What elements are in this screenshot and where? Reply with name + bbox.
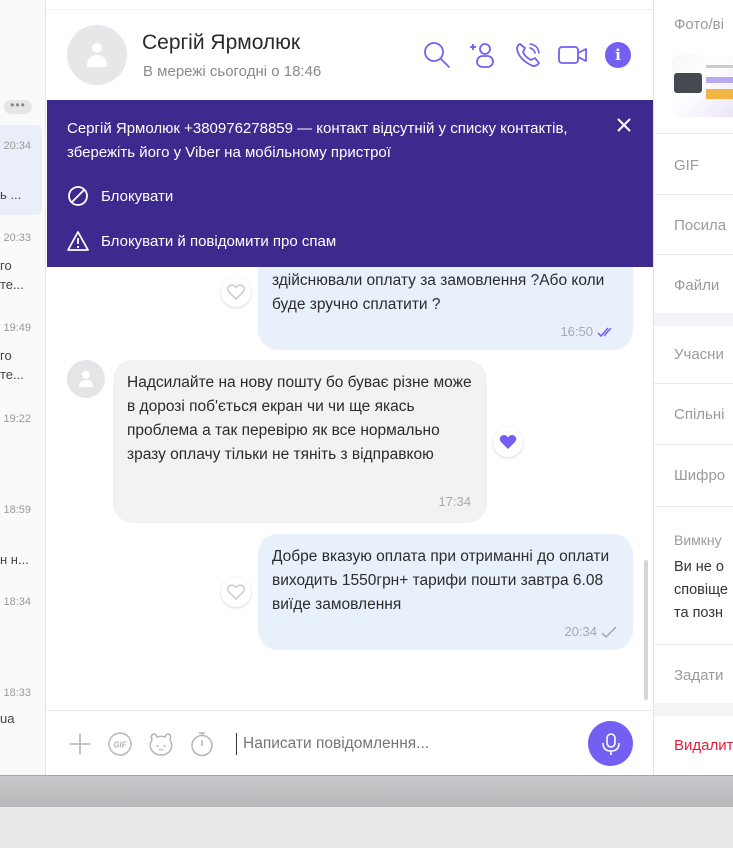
mute-description: Ви не о сповіще та позн	[674, 559, 728, 621]
timer-icon[interactable]	[189, 731, 215, 757]
contact-status: В мережі сьогодні о 18:46	[143, 63, 322, 80]
block-report-label: Блокувати й повідомити про спам	[101, 232, 337, 250]
gif-icon[interactable]: GIF	[107, 731, 133, 757]
user-icon	[87, 43, 107, 67]
search-icon[interactable]	[422, 40, 452, 70]
message-time: 16:50	[560, 324, 593, 339]
chat-header: Сергій Ярмолюк В мережі сьогодні о 18:46…	[47, 10, 653, 100]
block-button[interactable]: Блокувати	[67, 185, 173, 207]
chat-snippet: н н...	[0, 552, 29, 567]
heart-filled-icon	[499, 435, 517, 449]
viber-window: ••• 20:34 ь ... 20:33 го те... 19:49 го …	[0, 0, 733, 775]
contact-avatar-small[interactable]	[67, 360, 105, 398]
encryption-label[interactable]: Шифро	[674, 467, 725, 484]
message-text: здійснювали оплату за замовлення ?Або ко…	[272, 272, 605, 313]
message-incoming[interactable]: Надсилайте на нову пошту бо буває різне …	[113, 360, 487, 523]
avatar[interactable]	[67, 25, 127, 85]
files-label[interactable]: Файли	[674, 277, 719, 294]
call-icon[interactable]	[513, 40, 543, 70]
chat-time: 18:33	[3, 687, 31, 699]
svg-text:GIF: GIF	[113, 741, 127, 750]
video-call-icon[interactable]	[557, 40, 587, 70]
plus-icon[interactable]	[67, 731, 93, 757]
links-label[interactable]: Посила	[674, 217, 726, 234]
warning-icon	[67, 231, 89, 251]
mic-button[interactable]	[588, 721, 633, 766]
message-text: Добре вказую оплата при отриманні до опл…	[272, 548, 610, 613]
message-outgoing[interactable]: здійснювали оплату за замовлення ?Або ко…	[258, 267, 633, 350]
block-icon	[68, 186, 88, 206]
chat-time: 19:49	[3, 322, 31, 334]
taskbar	[0, 775, 733, 807]
like-button[interactable]	[493, 427, 523, 457]
message-meta: 20:34	[564, 620, 617, 644]
check-icon	[601, 626, 617, 638]
message-time: 20:34	[564, 624, 597, 639]
block-report-button[interactable]: Блокувати й повідомити про спам	[67, 230, 336, 252]
chat-snippet: го те...	[0, 258, 24, 292]
user-icon	[79, 371, 93, 387]
chat-time: 18:59	[3, 504, 31, 516]
chat-time: 20:33	[3, 232, 31, 244]
message-outgoing[interactable]: Добре вказую оплата при отриманні до опл…	[258, 534, 633, 650]
info-icon[interactable]: i	[605, 42, 631, 68]
info-panel: Фото/ві GIF Посила Файли Учасни Спільні …	[653, 0, 733, 775]
chat-list: ••• 20:34 ь ... 20:33 го те... 19:49 го …	[0, 0, 46, 775]
set-label[interactable]: Задати	[674, 667, 723, 684]
heart-icon	[227, 584, 245, 600]
scrollbar[interactable]	[644, 560, 648, 700]
chat-time: 19:22	[3, 413, 31, 425]
like-button[interactable]	[221, 277, 251, 307]
close-icon[interactable]	[613, 114, 635, 136]
unknown-contact-banner: Сергій Ярмолюк +380976278859 — контакт в…	[47, 100, 653, 267]
add-contact-icon[interactable]	[467, 40, 497, 70]
gif-label[interactable]: GIF	[674, 157, 699, 174]
message-text: Надсилайте на нову пошту бо буває різне …	[127, 374, 472, 463]
chat-panel: Сергій Ярмолюк В мережі сьогодні о 18:46…	[47, 0, 653, 775]
block-label: Блокувати	[101, 187, 174, 205]
chat-snippet: ь ...	[0, 187, 22, 202]
top-divider	[47, 0, 653, 10]
like-button[interactable]	[221, 577, 251, 607]
message-time: 17:34	[438, 494, 471, 509]
contact-name[interactable]: Сергій Ярмолюк	[142, 31, 300, 55]
chat-snippet: ua	[0, 711, 15, 726]
more-chats-button[interactable]: •••	[4, 99, 32, 114]
media-label[interactable]: Фото/ві	[674, 16, 724, 33]
message-meta: 16:50	[560, 320, 617, 344]
double-check-icon	[597, 327, 612, 338]
media-thumbnail[interactable]	[672, 55, 733, 117]
members-label[interactable]: Учасни	[674, 346, 724, 363]
message-meta: 17:34	[438, 490, 471, 514]
chat-time: 20:34	[3, 140, 31, 152]
composer: GIF	[47, 710, 653, 775]
chat-time: 18:34	[3, 596, 31, 608]
common-groups-label[interactable]: Спільні	[674, 406, 724, 423]
mic-icon	[601, 732, 620, 755]
delete-chat-button[interactable]: Видалит	[674, 737, 733, 754]
chat-snippet: го те...	[0, 348, 24, 382]
message-list: здійснювали оплату за замовлення ?Або ко…	[47, 267, 653, 710]
banner-text: Сергій Ярмолюк +380976278859 — контакт в…	[67, 120, 568, 161]
message-input[interactable]	[236, 733, 566, 755]
mute-label[interactable]: Вимкну	[674, 532, 722, 548]
sticker-icon[interactable]	[148, 731, 174, 757]
heart-icon	[227, 284, 245, 300]
